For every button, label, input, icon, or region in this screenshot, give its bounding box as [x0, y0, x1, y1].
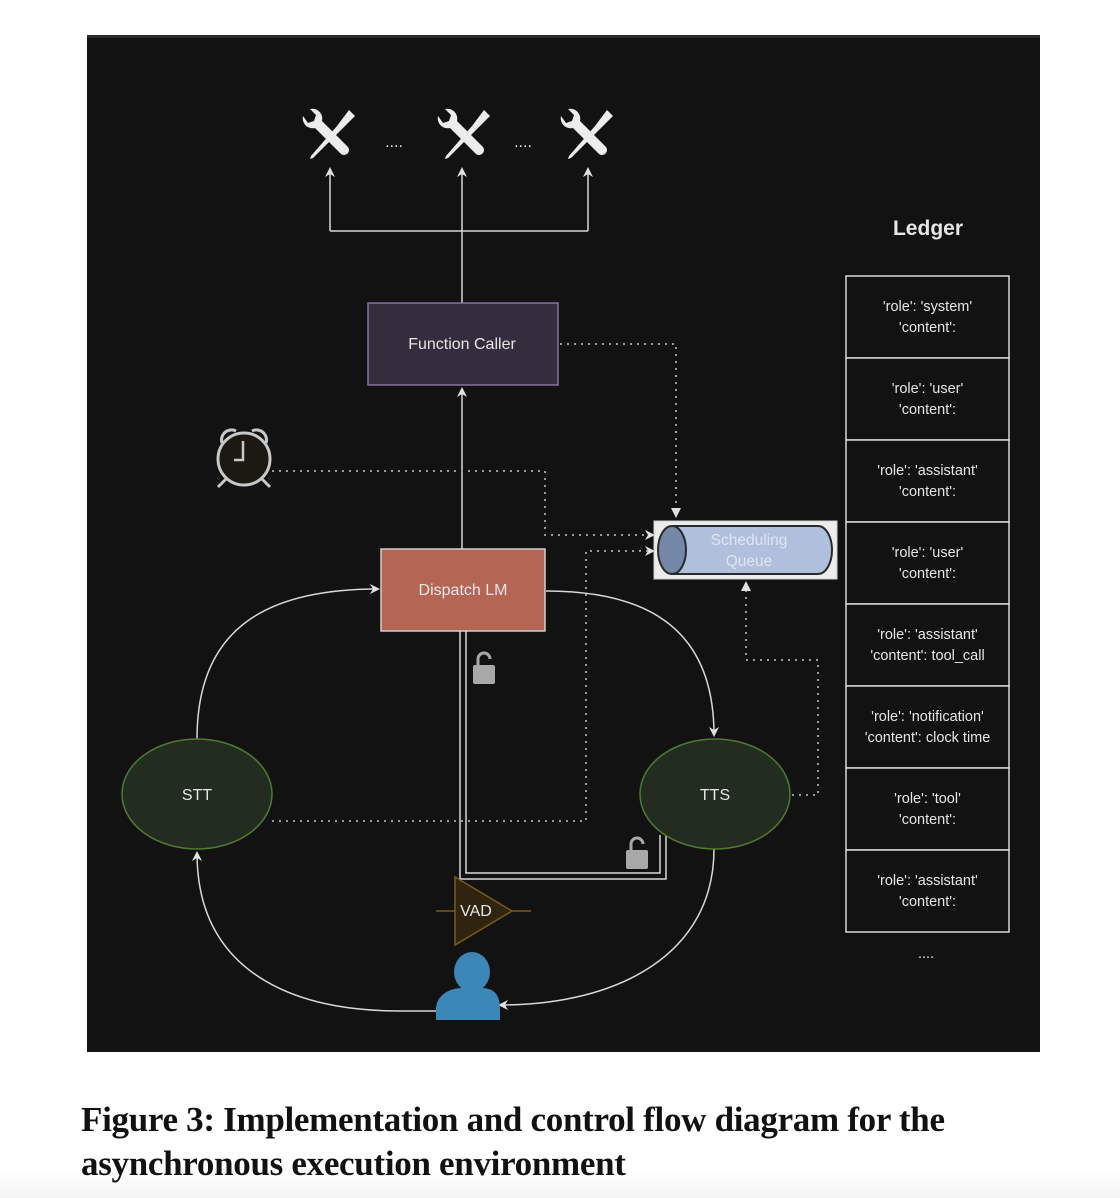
tool-2 — [437, 108, 490, 159]
ledger-entry-box — [845, 849, 1010, 933]
ledger-entry-box — [845, 685, 1010, 769]
ledger-entry-content: 'content': — [899, 894, 956, 910]
figure-caption: Figure 3: Implementation and control flo… — [81, 1100, 945, 1183]
stt-node: STT — [121, 738, 273, 850]
ledger-entry-role: 'role': 'notification' — [871, 709, 984, 725]
function-caller-label: Function Caller — [408, 336, 516, 353]
tool-3 — [560, 108, 613, 159]
scheduling-queue-node: Scheduling Queue — [653, 520, 838, 580]
vad-node: VAD — [436, 875, 531, 947]
ledger-ellipsis: .... — [918, 946, 934, 962]
tts-node: TTS — [639, 738, 791, 850]
ledger-entry-role: 'role': 'tool' — [894, 791, 961, 807]
flow-edges — [192, 584, 719, 1012]
ledger-entry-box — [845, 767, 1010, 851]
ledger-entry-role: 'role': 'user' — [892, 381, 964, 397]
edge-function-caller-to-queue — [560, 343, 677, 515]
scheduling-queue-label-1: Scheduling — [711, 532, 788, 549]
diagram-svg: .... .... Function Caller Scheduling Que… — [121, 108, 1010, 1020]
dispatch-lm-label: Dispatch LM — [419, 582, 508, 599]
edge-clock-to-queue — [272, 470, 650, 536]
tools-icon — [302, 108, 355, 159]
ledger-entry-role: 'role': 'assistant' — [877, 873, 978, 889]
tts-label: TTS — [700, 787, 730, 804]
ledger-entry-box — [845, 603, 1010, 687]
ledger-entry: 'role': 'assistant' 'content': tool_call — [845, 603, 1010, 687]
tool-1 — [302, 108, 355, 159]
ledger-entry-role: 'role': 'assistant' — [877, 463, 978, 479]
ledger-entry: 'role': 'system' 'content': — [845, 275, 1010, 359]
ledger-entry-content: 'content': — [899, 402, 956, 418]
ledger-entry-content: 'content': — [899, 812, 956, 828]
ledger-title: Ledger — [893, 217, 963, 240]
ledger-entry-role: 'role': 'user' — [892, 545, 964, 561]
ledger-entry: 'role': 'assistant' 'content': — [845, 849, 1010, 933]
scheduling-queue-label-2: Queue — [726, 553, 773, 570]
ledger-entry-box — [845, 357, 1010, 441]
tools-icon — [560, 108, 613, 159]
function-caller-node: Function Caller — [367, 302, 559, 386]
tools-ellipsis-1: .... — [385, 134, 403, 151]
ledger-entry-box — [845, 521, 1010, 605]
tool-edges — [325, 167, 593, 303]
ledger-entry: 'role': 'user' 'content': — [845, 521, 1010, 605]
user-icon — [436, 952, 500, 1020]
ledger-entry-box — [845, 439, 1010, 523]
ledger-entry: 'role': 'notification' 'content': clock t… — [845, 685, 1010, 769]
dispatch-lm-node: Dispatch LM — [380, 548, 546, 632]
ledger: Ledger 'role': 'system''content':'role':… — [845, 217, 1010, 962]
ledger-entry: 'role': 'user' 'content': — [845, 357, 1010, 441]
ledger-entry-content: 'content': — [899, 320, 956, 336]
ledger-entry-role: 'role': 'system' — [883, 299, 972, 315]
unlocked-padlock-icon — [626, 836, 648, 869]
ledger-entry-content: 'content': clock time — [865, 730, 991, 746]
vad-label: VAD — [460, 903, 492, 920]
ledger-entry: 'role': 'assistant' 'content': — [845, 439, 1010, 523]
tools-icon — [437, 108, 490, 159]
tools-ellipsis-2: .... — [514, 134, 532, 151]
ledger-entry: 'role': 'tool' 'content': — [845, 767, 1010, 851]
ledger-entry-content: 'content': tool_call — [870, 648, 984, 664]
ledger-entry-content: 'content': — [899, 484, 956, 500]
unlocked-padlock-icon — [473, 651, 495, 684]
ledger-entry-box — [845, 275, 1010, 359]
ledger-entry-content: 'content': — [899, 566, 956, 582]
edge-user-to-stt — [192, 851, 436, 1012]
diagram-canvas: .... .... Function Caller Scheduling Que… — [87, 35, 1040, 1052]
edge-stt-to-dispatch — [196, 584, 380, 740]
ledger-entry-role: 'role': 'assistant' — [877, 627, 978, 643]
alarm-clock-icon — [216, 428, 272, 489]
stt-label: STT — [182, 787, 212, 804]
edge-dispatch-to-tts — [545, 590, 719, 737]
ledger-rows: 'role': 'system''content':'role': 'user'… — [845, 275, 1010, 933]
